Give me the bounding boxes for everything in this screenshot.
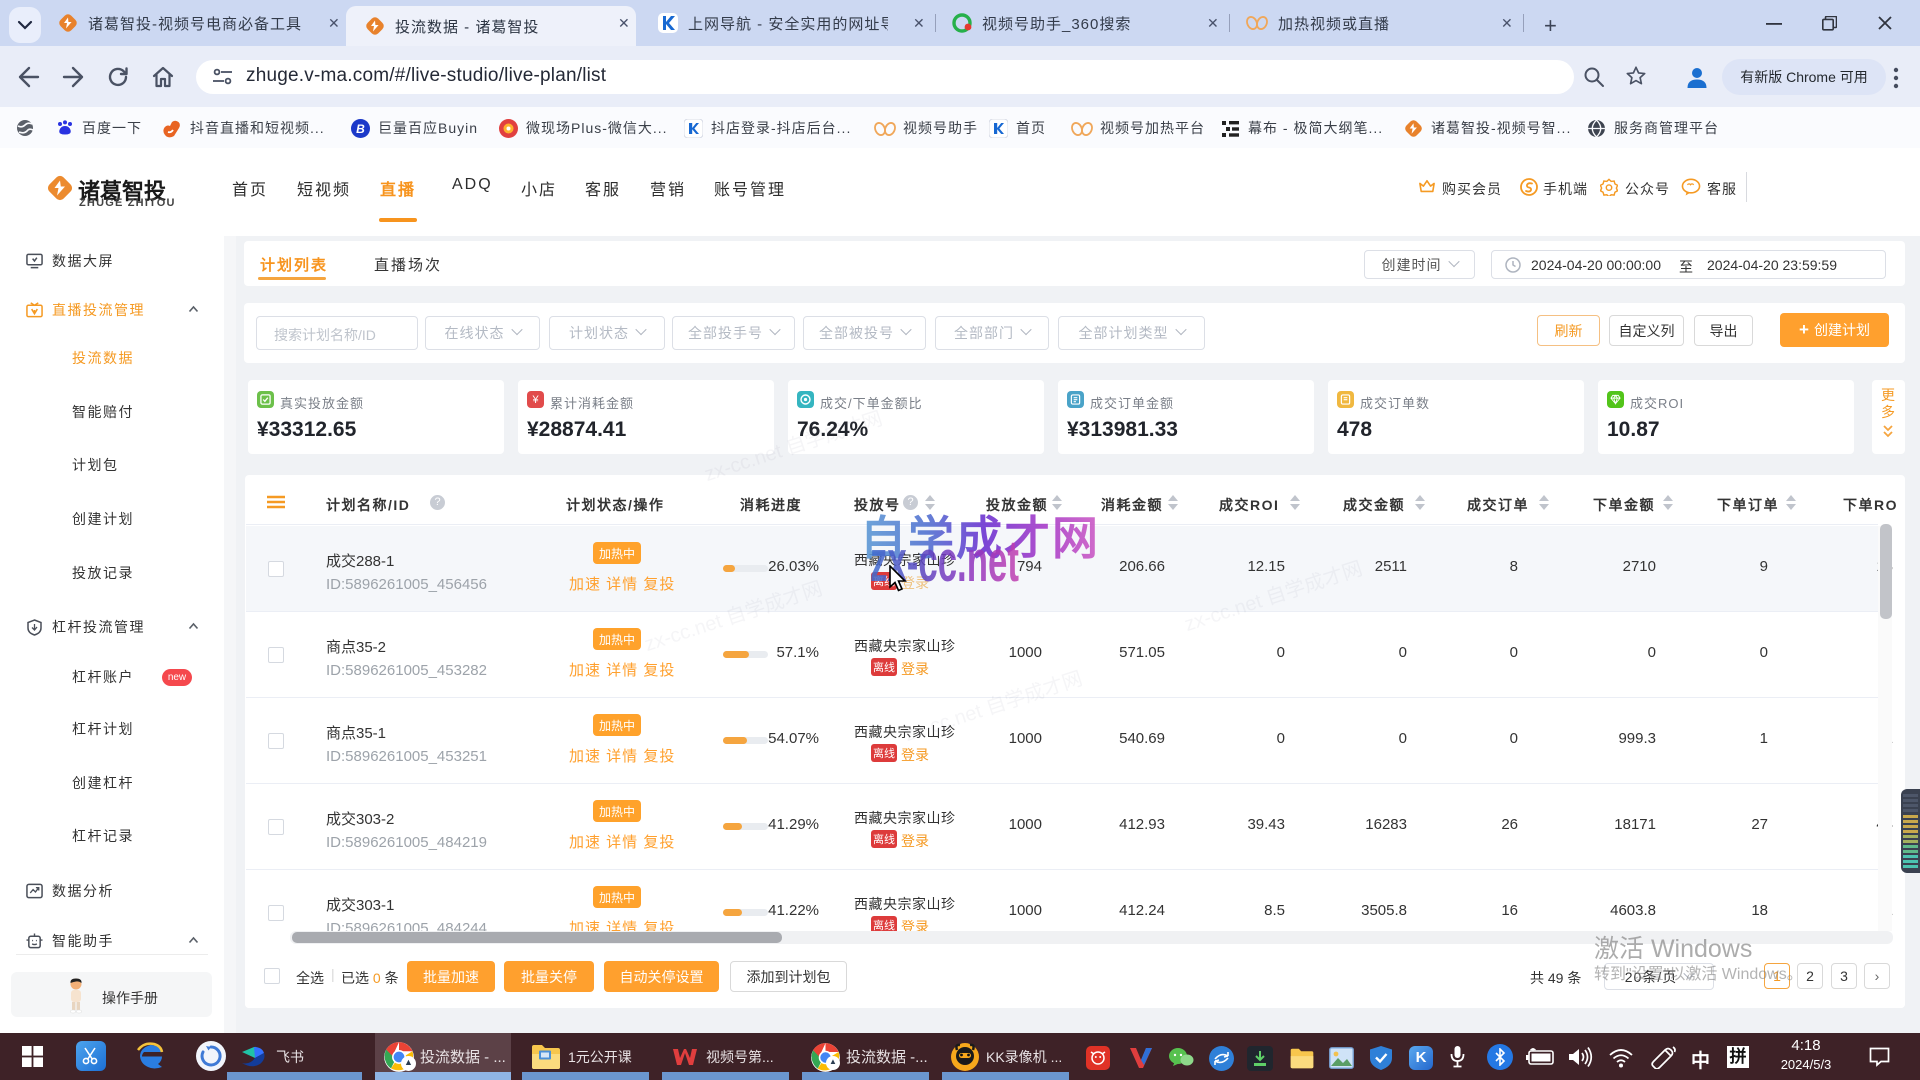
svg-text:B: B bbox=[356, 122, 365, 136]
